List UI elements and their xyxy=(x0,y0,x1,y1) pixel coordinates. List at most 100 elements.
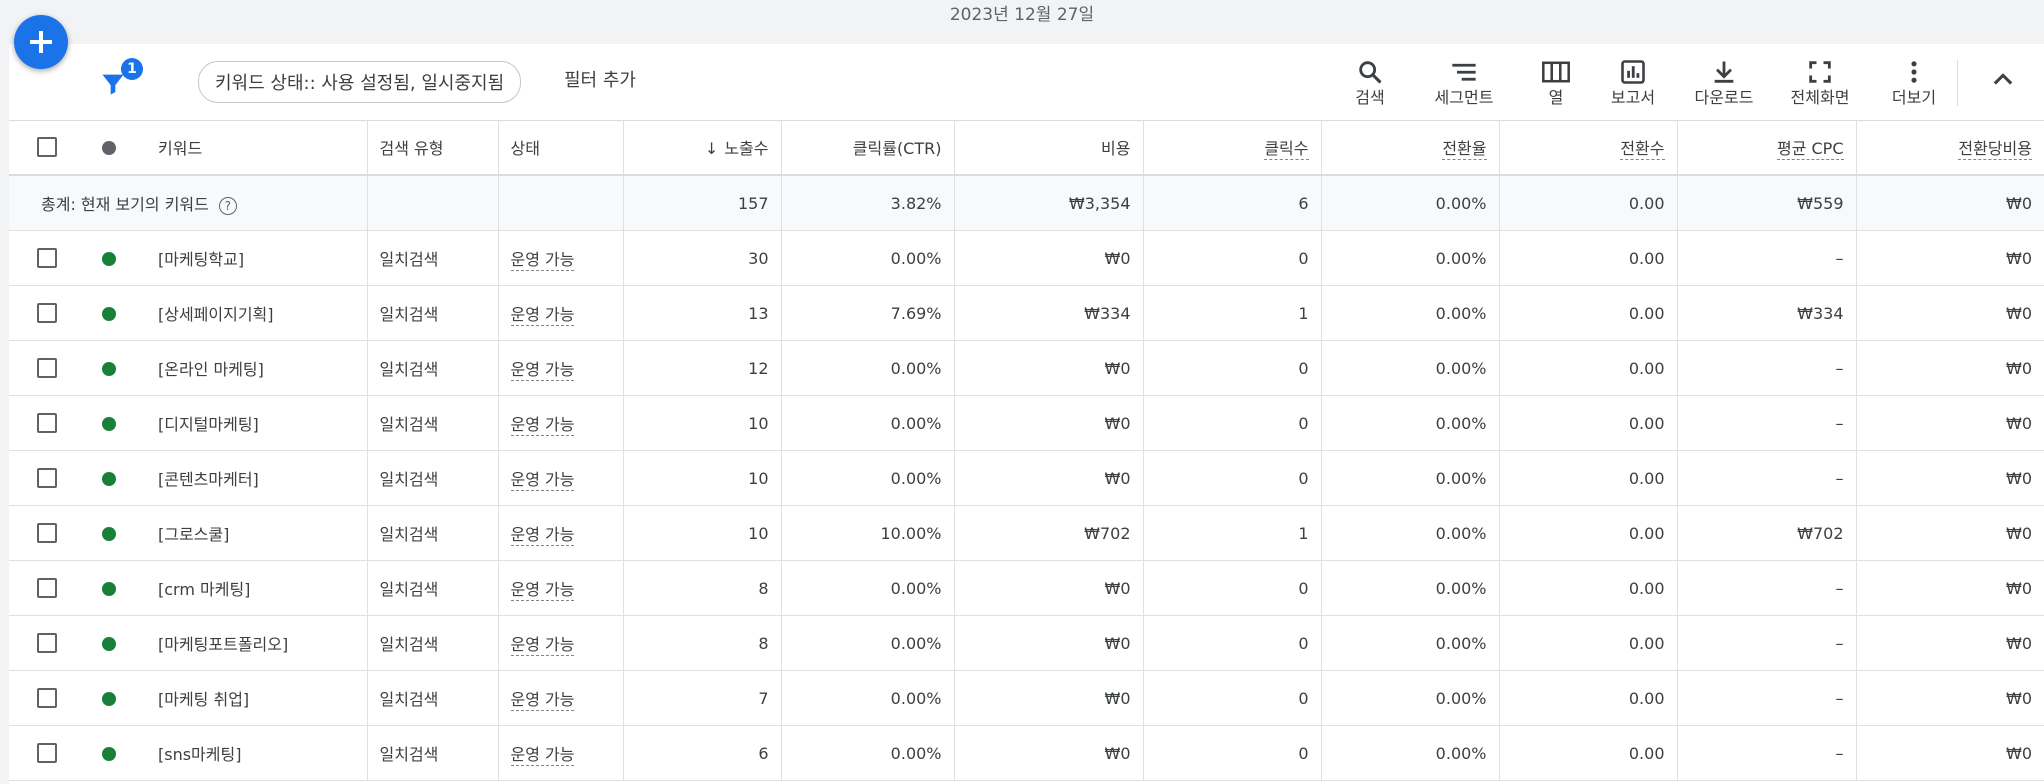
cost-cell: ₩0 xyxy=(954,340,1144,396)
keywords-table-card: 1 키워드 상태:: 사용 설정됨, 일시중지됨 필터 추가 검색 세그먼트 열… xyxy=(9,44,2044,784)
row-checkbox[interactable] xyxy=(36,688,57,709)
status-cell[interactable]: 운영 가능 xyxy=(510,635,575,656)
enabled-status-dot[interactable] xyxy=(102,582,116,596)
download-tool-button[interactable]: 다운로드 xyxy=(1674,54,1774,114)
enabled-status-dot[interactable] xyxy=(102,692,116,706)
row-checkbox[interactable] xyxy=(36,633,57,654)
avg-cpc-cell: – xyxy=(1677,670,1857,726)
keyword-cell[interactable]: [콘텐츠마케터] xyxy=(144,450,368,506)
impressions-cell: 13 xyxy=(623,285,782,341)
keyword-cell[interactable]: [그로스쿨] xyxy=(144,505,368,561)
col-clicks[interactable]: 클릭수 xyxy=(1143,120,1322,176)
status-cell[interactable]: 운영 가능 xyxy=(510,745,575,766)
table-header-row: 키워드 검색 유형 상태 ↓ 노출수 클릭률(CTR) 비용 클릭수 전환율 전환… xyxy=(9,120,2044,176)
status-cell[interactable]: 운영 가능 xyxy=(510,360,575,381)
status-cell[interactable]: 운영 가능 xyxy=(510,690,575,711)
col-keyword[interactable]: 키워드 xyxy=(144,120,368,176)
keyword-cell[interactable]: [마케팅포트폴리오] xyxy=(144,615,368,671)
keyword-cell[interactable]: [상세페이지기획] xyxy=(144,285,368,341)
total-ctr: 3.82% xyxy=(781,175,955,231)
clicks-cell: 0 xyxy=(1143,560,1322,616)
table-row: [마케팅학교] 일치검색 운영 가능 30 0.00% ₩0 0 0.00% 0.00– ₩0 xyxy=(9,230,2044,286)
row-checkbox[interactable] xyxy=(36,303,57,324)
download-icon xyxy=(1714,61,1734,83)
row-checkbox[interactable] xyxy=(36,413,57,434)
col-cost-per-conv-label: 전환당비용 xyxy=(1958,139,2032,160)
col-match-type[interactable]: 검색 유형 xyxy=(367,120,499,176)
search-tool-button[interactable]: 검색 xyxy=(1320,54,1420,114)
search-icon xyxy=(1359,61,1382,84)
col-conv-rate[interactable]: 전환율 xyxy=(1321,120,1500,176)
segment-tool-button[interactable]: 세그먼트 xyxy=(1414,54,1514,114)
fullscreen-tool-button[interactable]: 전체화면 xyxy=(1770,54,1870,114)
col-ctr[interactable]: 클릭률(CTR) xyxy=(781,120,955,176)
ctr-cell: 0.00% xyxy=(781,615,955,671)
create-button[interactable] xyxy=(14,15,68,69)
status-cell[interactable]: 운영 가능 xyxy=(510,250,575,271)
enabled-status-dot[interactable] xyxy=(102,252,116,266)
cost-per-conv-cell: ₩0 xyxy=(1856,725,2044,781)
filter-button[interactable]: 1 xyxy=(99,58,143,102)
row-checkbox[interactable] xyxy=(36,578,57,599)
enabled-status-dot[interactable] xyxy=(102,747,116,761)
col-cost[interactable]: 비용 xyxy=(954,120,1144,176)
avg-cpc-cell: – xyxy=(1677,395,1857,451)
total-impressions: 157 xyxy=(623,175,782,231)
status-cell[interactable]: 운영 가능 xyxy=(510,580,575,601)
more-vert-icon xyxy=(1911,61,1917,83)
match-type-cell: 일치검색 xyxy=(367,615,499,671)
row-checkbox[interactable] xyxy=(36,468,57,489)
row-checkbox[interactable] xyxy=(36,248,57,269)
more-tool-button[interactable]: 더보기 xyxy=(1864,54,1964,114)
enabled-status-dot[interactable] xyxy=(102,417,116,431)
cost-cell: ₩0 xyxy=(954,230,1144,286)
add-filter-button[interactable]: 필터 추가 xyxy=(564,61,636,101)
cost-cell: ₩0 xyxy=(954,670,1144,726)
match-type-cell: 일치검색 xyxy=(367,395,499,451)
status-cell[interactable]: 운영 가능 xyxy=(510,415,575,436)
enabled-status-dot[interactable] xyxy=(102,637,116,651)
collapse-button[interactable] xyxy=(1989,66,2029,102)
enabled-status-dot[interactable] xyxy=(102,362,116,376)
avg-cpc-cell: – xyxy=(1677,615,1857,671)
col-clicks-label: 클릭수 xyxy=(1264,139,1309,160)
enabled-status-dot[interactable] xyxy=(102,527,116,541)
report-tool-button[interactable]: 보고서 xyxy=(1583,54,1683,114)
keyword-cell[interactable]: [sns마케팅] xyxy=(144,725,368,781)
status-cell[interactable]: 운영 가능 xyxy=(510,305,575,326)
status-cell[interactable]: 운영 가능 xyxy=(510,525,575,546)
row-checkbox[interactable] xyxy=(36,743,57,764)
enabled-status-dot[interactable] xyxy=(102,307,116,321)
impressions-cell: 8 xyxy=(623,560,782,616)
conv-rate-cell: 0.00% xyxy=(1321,450,1500,506)
cost-per-conv-cell: ₩0 xyxy=(1856,230,2044,286)
col-conversions[interactable]: 전환수 xyxy=(1499,120,1678,176)
cost-per-conv-cell: ₩0 xyxy=(1856,340,2044,396)
status-cell[interactable]: 운영 가능 xyxy=(510,470,575,491)
toolbar-divider xyxy=(1957,60,1958,106)
select-all-checkbox[interactable] xyxy=(36,137,57,158)
enabled-status-dot[interactable] xyxy=(102,472,116,486)
more-tool-label: 더보기 xyxy=(1891,88,1937,107)
clicks-cell: 1 xyxy=(1143,285,1322,341)
col-impressions-label: 노출수 xyxy=(724,139,769,158)
table-row: [디지털마케팅] 일치검색 운영 가능 10 0.00% ₩0 0 0.00% 0.00– ₩0 xyxy=(9,395,2044,451)
keyword-cell[interactable]: [crm 마케팅] xyxy=(144,560,368,616)
keyword-cell[interactable]: [마케팅 취업] xyxy=(144,670,368,726)
filter-chip[interactable]: 키워드 상태:: 사용 설정됨, 일시중지됨 xyxy=(198,61,522,103)
help-icon[interactable]: ? xyxy=(218,196,237,215)
col-avg-cpc[interactable]: 평균 CPC xyxy=(1677,120,1857,176)
keyword-cell[interactable]: [디지털마케팅] xyxy=(144,395,368,451)
col-impressions[interactable]: ↓ 노출수 xyxy=(623,120,782,176)
keyword-cell[interactable]: [온라인 마케팅] xyxy=(144,340,368,396)
row-checkbox[interactable] xyxy=(36,358,57,379)
keyword-cell[interactable]: [마케팅학교] xyxy=(144,230,368,286)
conversions-cell: 0.00 xyxy=(1499,340,1678,396)
cost-cell: ₩0 xyxy=(954,395,1144,451)
conv-rate-cell: 0.00% xyxy=(1321,340,1500,396)
row-checkbox[interactable] xyxy=(36,523,57,544)
col-status[interactable]: 상태 xyxy=(498,120,624,176)
col-cost-per-conv[interactable]: 전환당비용 xyxy=(1856,120,2044,176)
conv-rate-cell: 0.00% xyxy=(1321,560,1500,616)
ctr-cell: 10.00% xyxy=(781,505,955,561)
